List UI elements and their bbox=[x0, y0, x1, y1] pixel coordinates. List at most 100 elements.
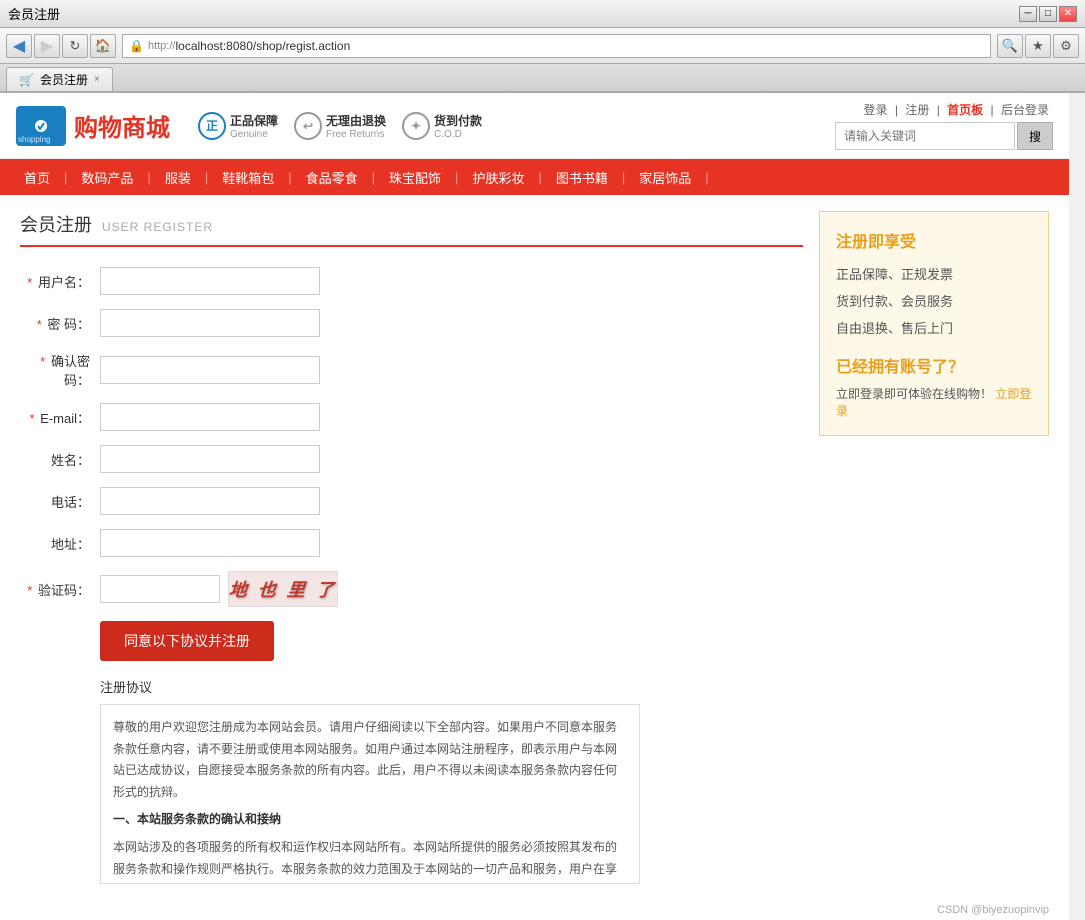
username-label: * 用户名： bbox=[20, 272, 100, 291]
genuine-icon: 正 bbox=[198, 112, 226, 140]
active-tab[interactable]: 🛒 会员注册 × bbox=[6, 67, 113, 91]
confirm-input[interactable] bbox=[100, 356, 320, 384]
address-input[interactable] bbox=[100, 529, 320, 557]
logo-area: shopping 购物商城 正 正品保障 Genuine ↩ 无理由退换 Fre… bbox=[16, 106, 482, 146]
site-header: shopping 购物商城 正 正品保障 Genuine ↩ 无理由退换 Fre… bbox=[0, 93, 1069, 159]
captcha-area: 地 也 里 了 bbox=[100, 571, 338, 607]
login-link[interactable]: 登录 bbox=[864, 103, 888, 117]
phone-input[interactable] bbox=[100, 487, 320, 515]
phone-row: 电话： bbox=[20, 487, 803, 515]
username-row: * 用户名： bbox=[20, 267, 803, 295]
account-prompt-text: 立即登录即可体验在线购物！ bbox=[836, 387, 992, 401]
logo-subtitle: shopping bbox=[18, 135, 50, 144]
password-input[interactable] bbox=[100, 309, 320, 337]
forward-button[interactable]: ▶ bbox=[34, 34, 60, 58]
window-controls: ─ □ ✕ bbox=[1019, 6, 1077, 22]
nav-bar: ◀ ▶ ↻ 🏠 🔒 http:// localhost:8080/shop/re… bbox=[0, 28, 1085, 64]
nav-books[interactable]: 图书书籍 bbox=[542, 159, 622, 195]
badge-returns-title: 无理由退换 bbox=[326, 112, 386, 129]
minimize-button[interactable]: ─ bbox=[1019, 6, 1037, 22]
admin-link[interactable]: 后台登录 bbox=[1001, 103, 1049, 117]
close-button[interactable]: ✕ bbox=[1059, 6, 1077, 22]
login-prompt: 立即登录即可体验在线购物！ 立即登录 bbox=[836, 385, 1032, 419]
page-title-main: 会员注册 bbox=[20, 211, 92, 237]
search-button[interactable]: 搜 bbox=[1017, 122, 1053, 150]
agreement-p3: 本网站涉及的各项服务的所有权和运作权归本网站所有。本网站所提供的服务必须按照其发… bbox=[113, 837, 627, 884]
tab-label: 会员注册 bbox=[40, 71, 88, 88]
captcha-input[interactable] bbox=[100, 575, 220, 603]
nav-clothing[interactable]: 服装 bbox=[151, 159, 205, 195]
nav-beauty[interactable]: 护肤彩妆 bbox=[458, 159, 538, 195]
email-label: * E-mail： bbox=[20, 408, 100, 427]
page-title-section: 会员注册 USER REGISTER bbox=[20, 211, 803, 247]
email-input[interactable] bbox=[100, 403, 320, 431]
trust-badges: 正 正品保障 Genuine ↩ 无理由退换 Free Returns ✦ bbox=[198, 112, 482, 140]
restore-button[interactable]: □ bbox=[1039, 6, 1057, 22]
address-label: 地址： bbox=[20, 534, 100, 553]
benefit-2: 货到付款、会员服务 bbox=[836, 291, 1032, 310]
page-content: shopping 购物商城 正 正品保障 Genuine ↩ 无理由退换 Fre… bbox=[0, 93, 1069, 920]
tab-close-button[interactable]: × bbox=[94, 74, 100, 85]
home-button[interactable]: 🏠 bbox=[90, 34, 116, 58]
nav-shoes[interactable]: 鞋靴箱包 bbox=[208, 159, 288, 195]
url-text: localhost:8080/shop/regist.action bbox=[175, 39, 350, 53]
badge-genuine: 正 正品保障 Genuine bbox=[198, 112, 278, 140]
confirm-label: * 确认密码： bbox=[20, 351, 100, 389]
page-content-area: 会员注册 USER REGISTER * 用户名： * 密 码： bbox=[0, 195, 1069, 900]
nav-home-decor[interactable]: 家居饰品 bbox=[625, 159, 705, 195]
name-input[interactable] bbox=[100, 445, 320, 473]
refresh-button[interactable]: ↻ bbox=[62, 34, 88, 58]
header-nav-links: 登录 | 注册 | 首页板 | 后台登录 bbox=[860, 101, 1053, 118]
nav-home[interactable]: 首页 bbox=[10, 159, 64, 195]
benefits-title: 注册即享受 bbox=[836, 228, 1032, 252]
title-bar: 会员注册 ─ □ ✕ bbox=[0, 0, 1085, 28]
nav-jewelry[interactable]: 珠宝配饰 bbox=[375, 159, 455, 195]
address-row: 地址： bbox=[20, 529, 803, 557]
security-icon: 🔒 bbox=[129, 39, 144, 53]
search-bar: 搜 bbox=[835, 122, 1053, 150]
watermark: CSDN @biyezuopinvip bbox=[0, 900, 1069, 920]
benefit-3: 自由退换、售后上门 bbox=[836, 318, 1032, 337]
badge-cod: ✦ 货到付款 C.O.D bbox=[402, 112, 482, 140]
main-content: 会员注册 USER REGISTER * 用户名： * 密 码： bbox=[20, 211, 803, 884]
email-row: * E-mail： bbox=[20, 403, 803, 431]
badge-genuine-sub: Genuine bbox=[230, 129, 278, 140]
address-bar[interactable]: 🔒 http:// localhost:8080/shop/regist.act… bbox=[122, 34, 991, 58]
captcha-text: 地 也 里 了 bbox=[228, 576, 338, 602]
password-label: * 密 码： bbox=[20, 314, 100, 333]
main-navigation: 首页 | 数码产品 | 服装 | 鞋靴箱包 | 食品零食 | 珠宝配饰 | 护肤… bbox=[0, 159, 1069, 195]
search-button[interactable]: 🔍 bbox=[997, 34, 1023, 58]
page-title-sub: USER REGISTER bbox=[102, 220, 213, 234]
agreement-title: 注册协议 bbox=[100, 677, 803, 696]
dashboard-link[interactable]: 首页板 bbox=[947, 103, 983, 117]
captcha-image[interactable]: 地 也 里 了 bbox=[228, 571, 338, 607]
captcha-label: * 验证码： bbox=[20, 580, 100, 599]
confirm-row: * 确认密码： bbox=[20, 351, 803, 389]
registration-form: * 用户名： * 密 码： * 确认密码： bbox=[20, 267, 803, 677]
register-link[interactable]: 注册 bbox=[905, 103, 929, 117]
badge-returns-sub: Free Returns bbox=[326, 129, 386, 140]
back-button[interactable]: ◀ bbox=[6, 34, 32, 58]
tab-favicon: 🛒 bbox=[19, 73, 34, 87]
name-label: 姓名： bbox=[20, 450, 100, 469]
submit-button[interactable]: 同意以下协议并注册 bbox=[100, 621, 274, 661]
favorites-button[interactable]: ★ bbox=[1025, 34, 1051, 58]
cod-icon: ✦ bbox=[402, 112, 430, 140]
agreement-p1: 尊敬的用户欢迎您注册成为本网站会员。请用户仔细阅读以下全部内容。如果用户不同意本… bbox=[113, 717, 627, 803]
username-input[interactable] bbox=[100, 267, 320, 295]
already-have-account-title: 已经拥有账号了？ bbox=[836, 353, 1032, 377]
title-text: 会员注册 bbox=[8, 4, 60, 23]
returns-icon: ↩ bbox=[294, 112, 322, 140]
site-name: 购物商城 bbox=[74, 108, 170, 143]
badge-returns: ↩ 无理由退换 Free Returns bbox=[294, 112, 386, 140]
nav-food[interactable]: 食品零食 bbox=[292, 159, 372, 195]
tab-bar: 🛒 会员注册 × bbox=[0, 64, 1085, 92]
header-right: 登录 | 注册 | 首页板 | 后台登录 搜 bbox=[835, 101, 1053, 150]
search-input[interactable] bbox=[835, 122, 1015, 150]
password-row: * 密 码： bbox=[20, 309, 803, 337]
phone-label: 电话： bbox=[20, 492, 100, 511]
nav-digital[interactable]: 数码产品 bbox=[67, 159, 147, 195]
agreement-box[interactable]: 尊敬的用户欢迎您注册成为本网站会员。请用户仔细阅读以下全部内容。如果用户不同意本… bbox=[100, 704, 640, 884]
settings-button[interactable]: ⚙ bbox=[1053, 34, 1079, 58]
benefit-1: 正品保障、正规发票 bbox=[836, 264, 1032, 283]
